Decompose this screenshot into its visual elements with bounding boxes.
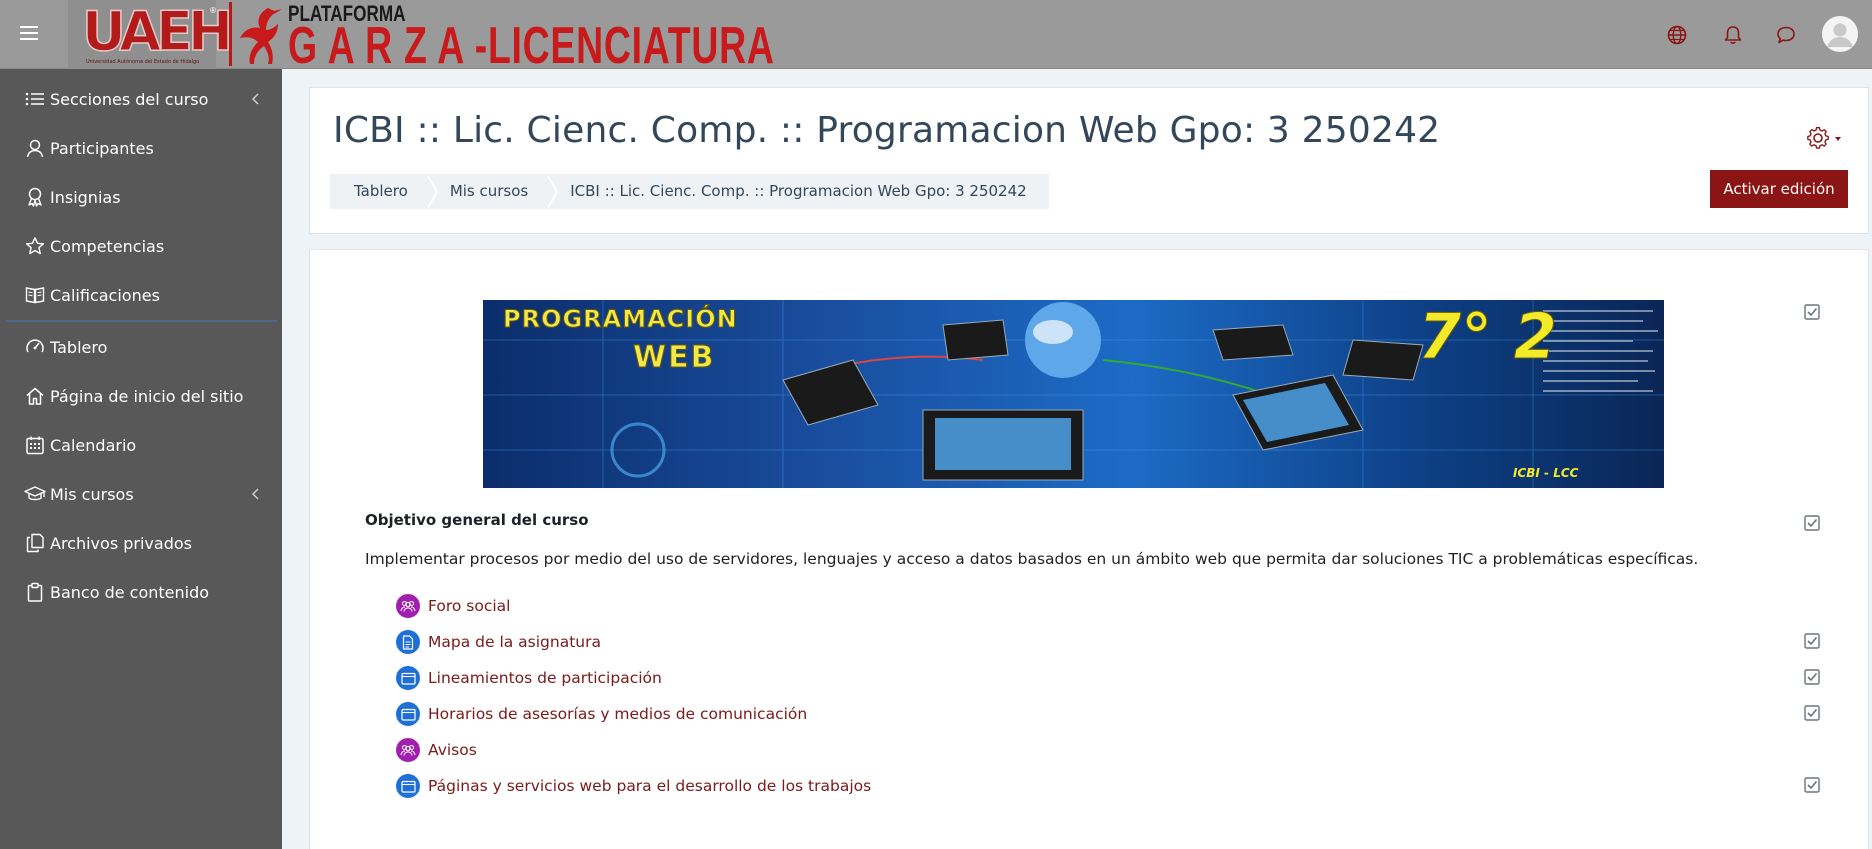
course-content: PROGRAMACIÓN WEB 7° 2 ICBI - LCC Objetiv… <box>309 249 1869 849</box>
completion-checkbox-icon[interactable] <box>1804 633 1820 649</box>
platform-name: G A R Z A -LICENCIATURA <box>288 17 775 75</box>
sidebar-item-content-bank[interactable]: Banco de contenido <box>0 570 282 614</box>
activity-web-services[interactable]: Páginas y servicios web para el desarrol… <box>396 773 871 799</box>
completion-checkbox-icon[interactable] <box>1804 304 1820 320</box>
forum-icon <box>396 738 420 762</box>
star-icon <box>24 235 46 257</box>
activity-label[interactable]: Lineamientos de participación <box>428 669 662 687</box>
sidebar-item-label: Secciones del curso <box>50 89 209 109</box>
sidebar-item-my-courses[interactable]: Mis cursos <box>0 472 282 516</box>
page-icon <box>396 702 420 726</box>
sidebar-item-participants[interactable]: Participantes <box>0 126 282 170</box>
completion-checkbox-icon[interactable] <box>1804 777 1820 793</box>
uaeh-logo[interactable]: UAEH <box>81 1 234 63</box>
chat-icon[interactable] <box>1775 24 1797 46</box>
garza-bird-icon <box>240 8 282 64</box>
activity-label[interactable]: Horarios de asesorías y medios de comuni… <box>428 705 807 723</box>
completion-checkbox-icon[interactable] <box>1804 705 1820 721</box>
banner-subtitle: WEB <box>632 340 716 376</box>
activity-label[interactable]: Mapa de la asignatura <box>428 633 601 651</box>
globe-icon[interactable] <box>1666 24 1688 46</box>
objective-title: Objetivo general del curso <box>365 511 589 529</box>
breadcrumb-item-my-courses[interactable]: Mis cursos <box>425 174 559 209</box>
sidebar-item-dashboard[interactable]: Tablero <box>0 325 282 369</box>
sidebar-item-label: Competencias <box>50 236 165 256</box>
registered-mark: ® <box>209 6 217 15</box>
sidebar-divider <box>6 320 277 322</box>
activity-social-forum[interactable]: Foro social <box>396 593 510 619</box>
calendar-icon <box>24 434 46 456</box>
sidebar-item-label: Participantes <box>50 138 154 158</box>
file-icon <box>396 630 420 654</box>
bell-icon[interactable] <box>1722 24 1744 46</box>
user-icon <box>24 137 46 159</box>
sidebar-item-label: Banco de contenido <box>50 582 210 602</box>
home-icon <box>24 385 46 407</box>
sidebar-item-label: Calificaciones <box>50 285 160 305</box>
activity-label[interactable]: Avisos <box>428 741 477 759</box>
page-icon <box>396 774 420 798</box>
course-header: ICBI :: Lic. Cienc. Comp. :: Programacio… <box>309 87 1869 234</box>
sidebar-item-grades[interactable]: Calificaciones <box>0 273 282 317</box>
course-banner-image: PROGRAMACIÓN WEB 7° 2 ICBI - LCC <box>483 300 1664 488</box>
grades-icon <box>24 284 46 306</box>
badge-icon <box>24 186 46 208</box>
banner-title: PROGRAMACIÓN <box>503 305 738 334</box>
sidebar-item-private-files[interactable]: Archivos privados <box>0 521 282 565</box>
activity-consultation-schedule[interactable]: Horarios de asesorías y medios de comuni… <box>396 701 807 727</box>
breadcrumb-item-current-course: ICBI :: Lic. Cienc. Comp. :: Programacio… <box>546 174 1049 209</box>
sidebar-item-label: Mis cursos <box>50 484 134 504</box>
forum-icon <box>396 594 420 618</box>
chevron-left-icon[interactable] <box>251 487 261 501</box>
objective-text: Implementar procesos por medio del uso d… <box>365 550 1699 568</box>
banner-footer: ICBI - LCC <box>1513 466 1579 480</box>
sidebar-item-label: Página de inicio del sitio <box>50 386 244 406</box>
graduation-cap-icon <box>24 483 46 505</box>
sidebar-item-calendar[interactable]: Calendario <box>0 423 282 467</box>
dashboard-icon <box>24 336 46 358</box>
sidebar-item-badges[interactable]: Insignias <box>0 175 282 219</box>
page-icon <box>396 666 420 690</box>
logo-subtitle: Universidad Autónoma del Estado de Hidal… <box>86 59 200 65</box>
list-icon <box>24 88 46 110</box>
sidebar-item-label: Insignias <box>50 187 121 207</box>
top-navbar: UAEH ® Universidad Autónoma del Estado d… <box>0 0 1872 73</box>
sidebar-item-site-home[interactable]: Página de inicio del sitio <box>0 374 282 418</box>
activity-course-map[interactable]: Mapa de la asignatura <box>396 629 601 655</box>
gear-icon[interactable] <box>1805 125 1845 151</box>
activity-label[interactable]: Foro social <box>428 597 510 615</box>
activity-participation-guidelines[interactable]: Lineamientos de participación <box>396 665 662 691</box>
activity-label[interactable]: Páginas y servicios web para el desarrol… <box>428 777 871 795</box>
user-avatar[interactable] <box>1822 16 1858 52</box>
course-sidebar: Secciones del curso Participantes Insign… <box>0 69 282 849</box>
logo-divider <box>229 2 232 66</box>
files-icon <box>24 532 46 554</box>
sidebar-item-course-sections[interactable]: Secciones del curso <box>0 77 282 121</box>
completion-checkbox-icon[interactable] <box>1804 515 1820 531</box>
chevron-left-icon[interactable] <box>251 92 261 106</box>
breadcrumb-item-dashboard[interactable]: Tablero <box>330 174 438 209</box>
menu-toggle-icon[interactable] <box>18 22 40 44</box>
breadcrumb: Tablero Mis cursos ICBI :: Lic. Cienc. C… <box>330 174 1049 209</box>
clipboard-icon <box>24 581 46 603</box>
page-title: ICBI :: Lic. Cienc. Comp. :: Programacio… <box>333 110 1441 151</box>
activity-announcements[interactable]: Avisos <box>396 737 477 763</box>
completion-checkbox-icon[interactable] <box>1804 669 1820 685</box>
sidebar-item-label: Calendario <box>50 435 137 455</box>
sidebar-item-competencies[interactable]: Competencias <box>0 224 282 268</box>
sidebar-item-label: Archivos privados <box>50 533 192 553</box>
sidebar-item-label: Tablero <box>50 337 108 357</box>
enable-editing-button[interactable]: Activar edición <box>1710 170 1848 208</box>
banner-group-number: 7° 2 <box>1418 300 1558 374</box>
